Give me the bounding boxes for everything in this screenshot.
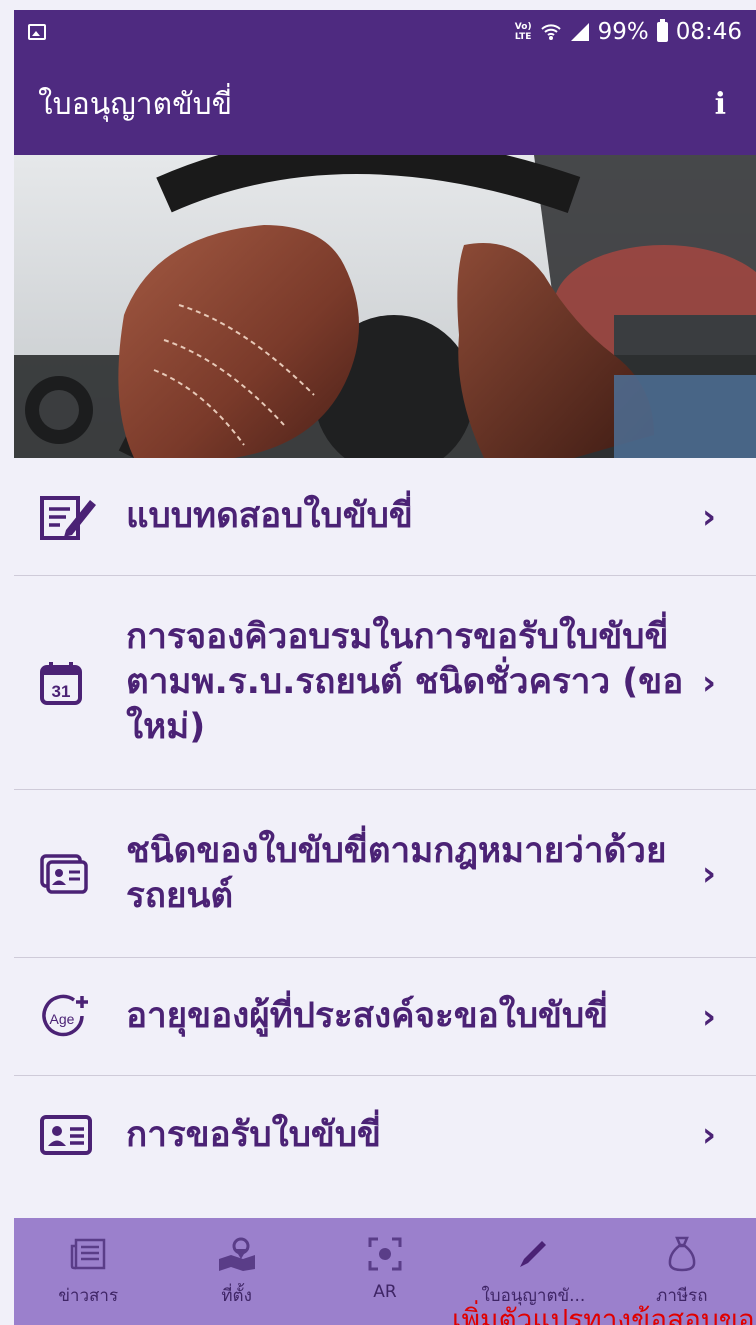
nav-label: ที่ตั้ง [221, 1286, 252, 1306]
hero-image-driving-gloves [14, 155, 756, 458]
app-toolbar: ใบอนุญาตขับขี่ i [14, 54, 756, 155]
menu-item-label: ชนิดของใบขับขี่ตามกฎหมายว่าด้วยรถยนต์ [126, 830, 667, 916]
edit-document-icon [40, 494, 100, 540]
ar-scan-icon [368, 1232, 402, 1276]
nav-label: ข่าวสาร [58, 1286, 119, 1306]
chevron-right-icon: › [701, 662, 716, 703]
menu-item-applicant-age[interactable]: Age อายุของผู้ที่ประสงค์จะขอใบขับขี่ › [14, 958, 756, 1076]
menu-item-label: อายุของผู้ที่ประสงค์จะขอใบขับขี่ [126, 996, 609, 1037]
app-screen: Vo) LTE 99% 08:46 ใบอนุญาตขับขี่ i แบบทด… [0, 0, 756, 1325]
calendar-day-text: 31 [52, 682, 71, 701]
menu-item-training-queue[interactable]: 31 การจองคิวอบรมในการขอรับใบขับขี่ตามพ.ร… [14, 576, 756, 790]
age-icon-text: Age [50, 1011, 75, 1027]
id-card-icon [40, 1115, 100, 1155]
network-type: LTE [514, 32, 532, 42]
map-pin-icon [217, 1232, 257, 1276]
nav-item-location[interactable]: ที่ตั้ง [162, 1218, 310, 1325]
menu-item-license-application[interactable]: การขอรับใบขับขี่ › [14, 1076, 756, 1194]
menu-item-driving-test[interactable]: แบบทดสอบใบขับขี่ › [14, 458, 756, 576]
chevron-right-icon: › [701, 996, 716, 1037]
battery-icon [656, 19, 668, 42]
status-bar: Vo) LTE 99% 08:46 [14, 10, 756, 54]
nav-item-ar[interactable]: AR [311, 1218, 459, 1325]
chevron-right-icon: › [701, 853, 716, 894]
status-indicators: Vo) LTE 99% 08:46 [515, 19, 742, 45]
lte-icon: Vo) LTE [514, 22, 532, 42]
newspaper-icon [70, 1232, 106, 1276]
wifi-icon [540, 22, 562, 42]
calendar-icon: 31 [40, 661, 100, 705]
menu-item-label: แบบทดสอบใบขับขี่ [126, 496, 413, 537]
nav-label: AR [373, 1282, 397, 1302]
info-button[interactable]: i [715, 87, 726, 122]
money-bag-icon [667, 1232, 697, 1276]
menu-item-label: การขอรับใบขับขี่ [126, 1114, 381, 1155]
page-title: ใบอนุญาตขับขี่ [38, 87, 233, 122]
menu-item-label: การจองคิวอบรมในการขอรับใบขับขี่ตามพ.ร.บ.… [126, 617, 684, 747]
chevron-right-icon: › [701, 496, 716, 537]
clock: 08:46 [675, 19, 742, 45]
gallery-notification-icon [28, 24, 46, 40]
license-cards-icon [40, 853, 100, 894]
nav-item-news[interactable]: ข่าวสาร [14, 1218, 162, 1325]
signal-icon [570, 22, 590, 42]
battery-percent: 99% [597, 19, 649, 45]
overlay-annotation-text: เพิ่มตัวแปรทางข้อสอบขอ [452, 1305, 755, 1325]
pencil-icon [516, 1232, 550, 1276]
chevron-right-icon: › [701, 1115, 716, 1155]
age-plus-icon: Age [40, 994, 100, 1040]
menu-list: แบบทดสอบใบขับขี่ › 31 การจองคิวอบรมในการ… [14, 458, 756, 1194]
menu-item-license-types[interactable]: ชนิดของใบขับขี่ตามกฎหมายว่าด้วยรถยนต์ › [14, 790, 756, 958]
